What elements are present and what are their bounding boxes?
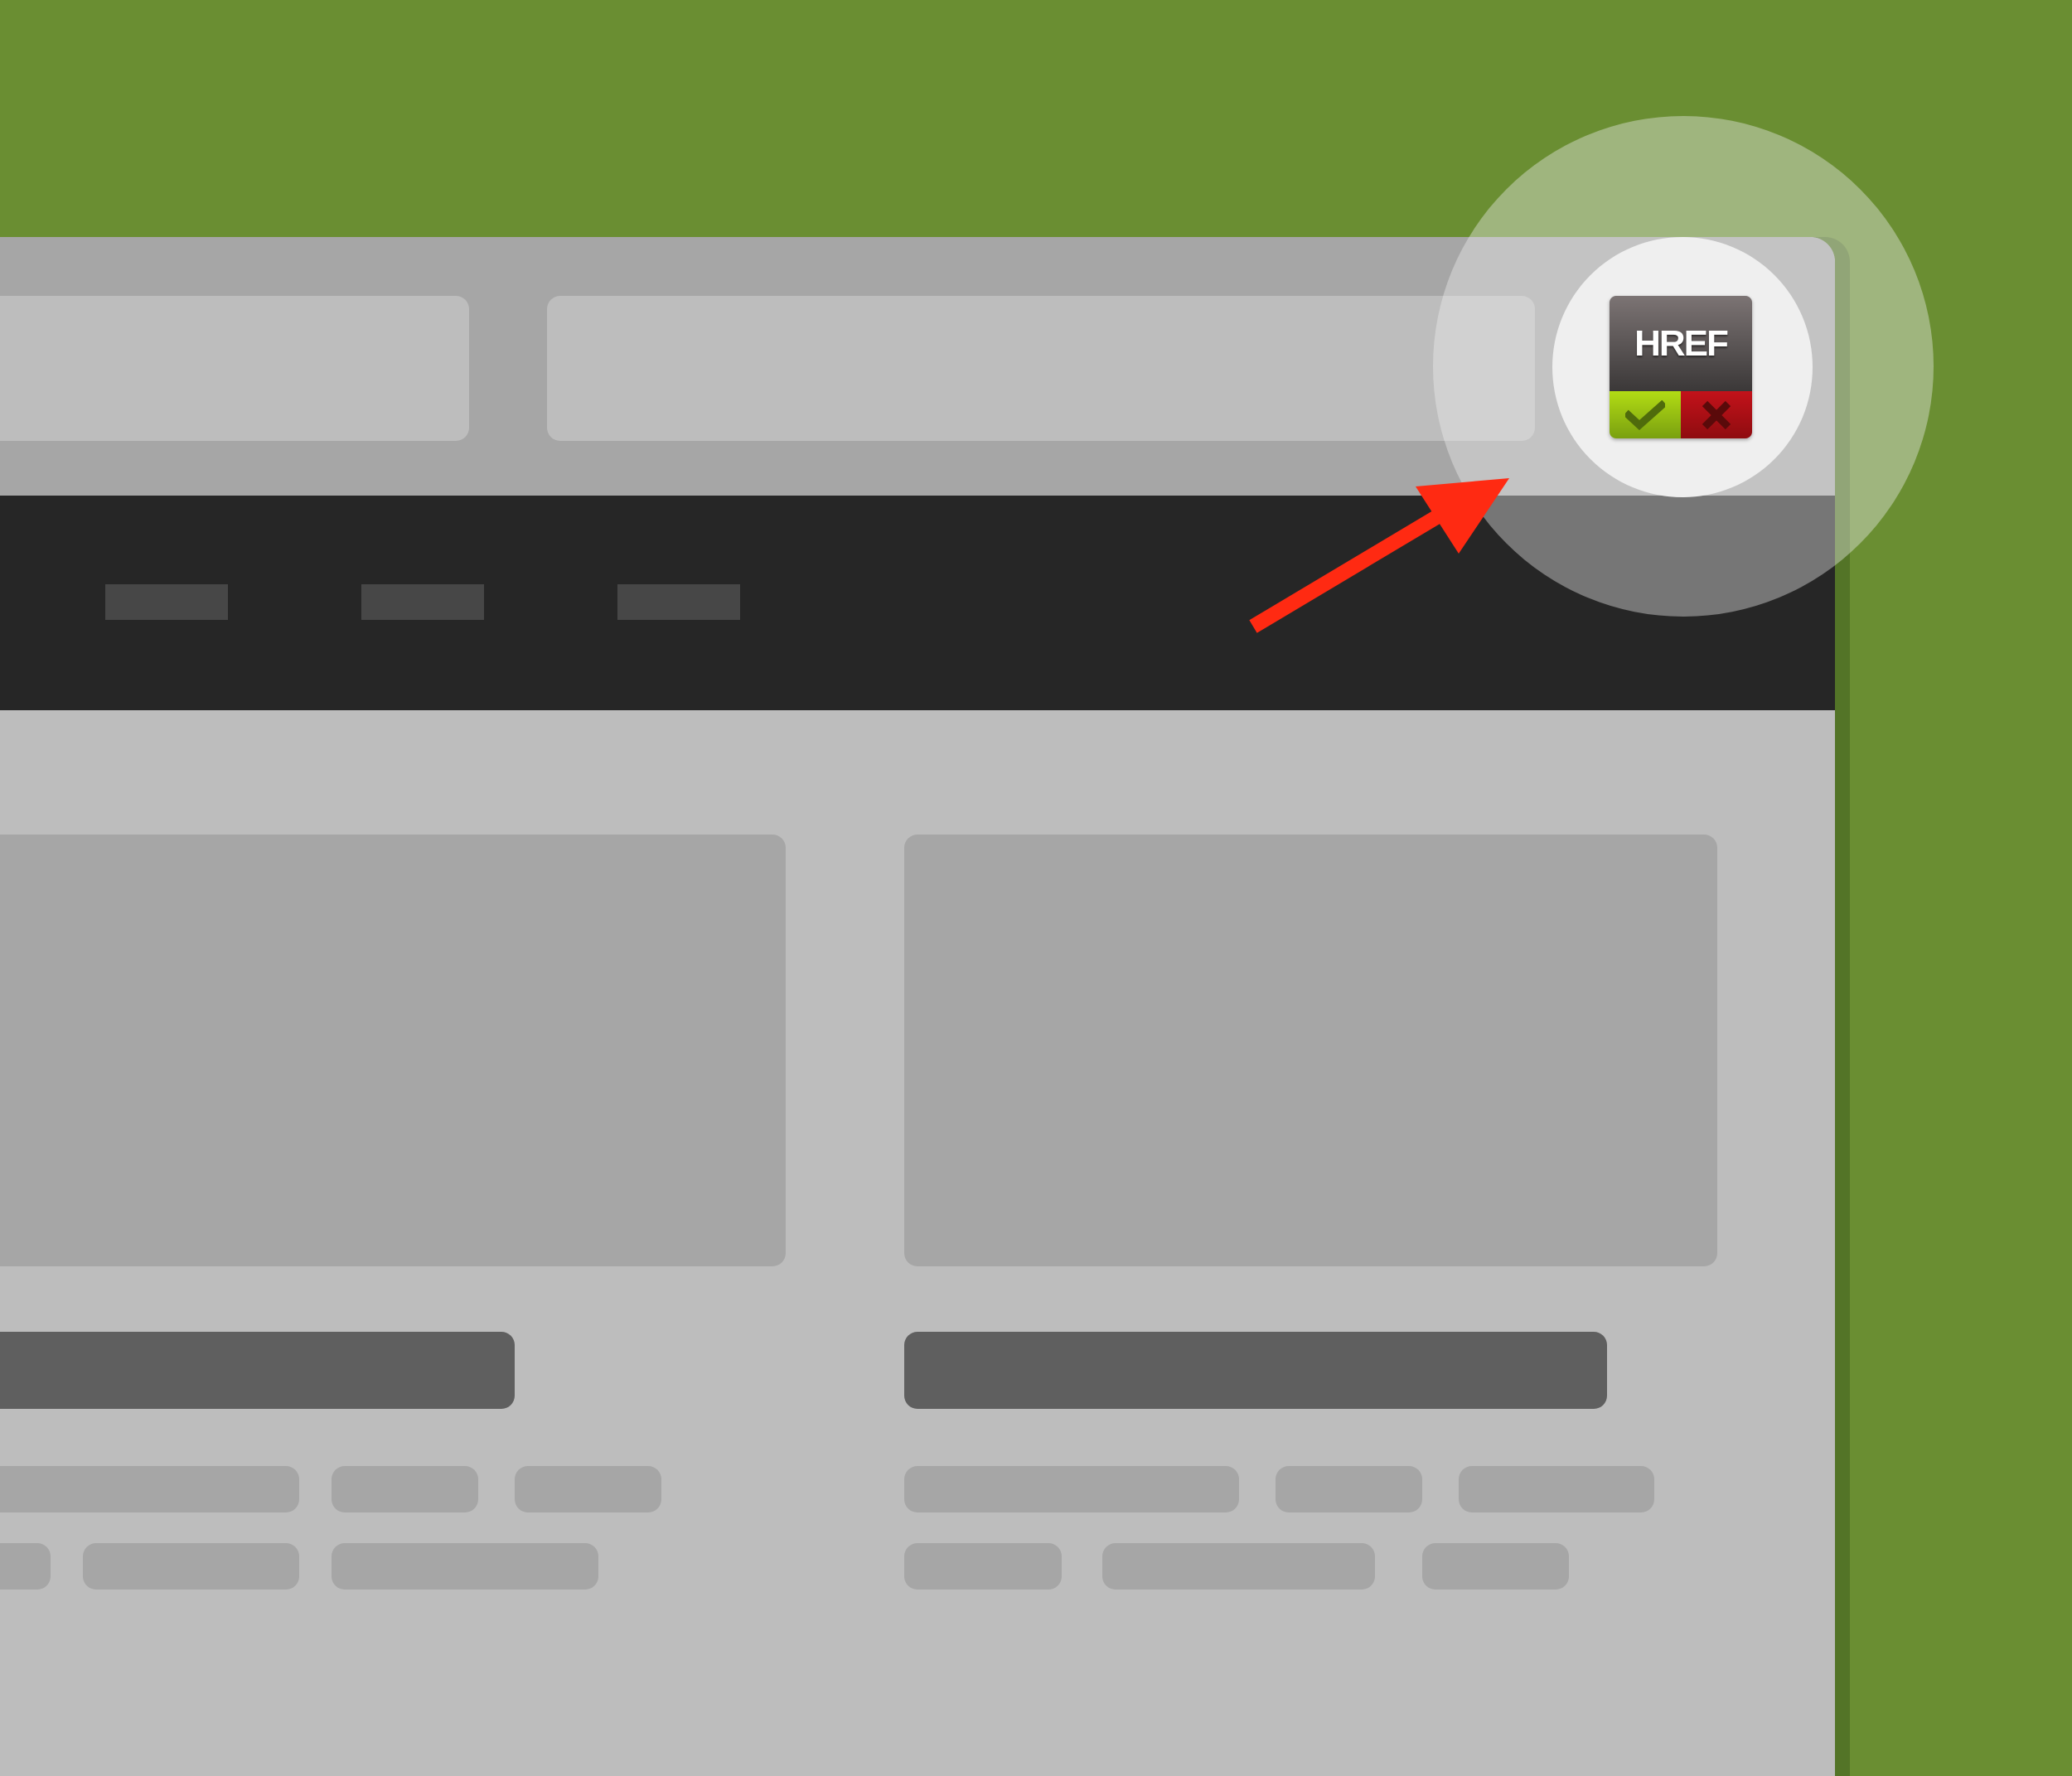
text-placeholder	[1102, 1543, 1375, 1590]
tab-placeholder[interactable]	[0, 296, 469, 441]
href-label: HREF	[1634, 322, 1729, 364]
text-placeholder	[1459, 1466, 1654, 1512]
image-placeholder	[904, 835, 1717, 1266]
text-placeholder	[1422, 1543, 1569, 1590]
address-bar-placeholder[interactable]	[547, 296, 1535, 441]
text-placeholder	[904, 1543, 1062, 1590]
href-extension-button[interactable]: HREF	[1610, 296, 1752, 438]
nav-item-placeholder[interactable]	[617, 584, 740, 620]
text-placeholder	[83, 1543, 299, 1590]
title-placeholder	[0, 1332, 515, 1409]
text-placeholder	[904, 1466, 1239, 1512]
image-placeholder	[0, 835, 786, 1266]
href-label-area: HREF	[1610, 296, 1752, 391]
nav-item-placeholder[interactable]	[105, 584, 228, 620]
cross-icon	[1681, 391, 1752, 438]
title-placeholder	[904, 1332, 1607, 1409]
check-icon	[1610, 391, 1681, 438]
text-placeholder	[332, 1543, 598, 1590]
text-placeholder	[0, 1466, 299, 1512]
text-placeholder	[515, 1466, 661, 1512]
text-placeholder	[332, 1466, 478, 1512]
text-placeholder	[1276, 1466, 1422, 1512]
nav-item-placeholder[interactable]	[361, 584, 484, 620]
text-placeholder	[0, 1543, 51, 1590]
